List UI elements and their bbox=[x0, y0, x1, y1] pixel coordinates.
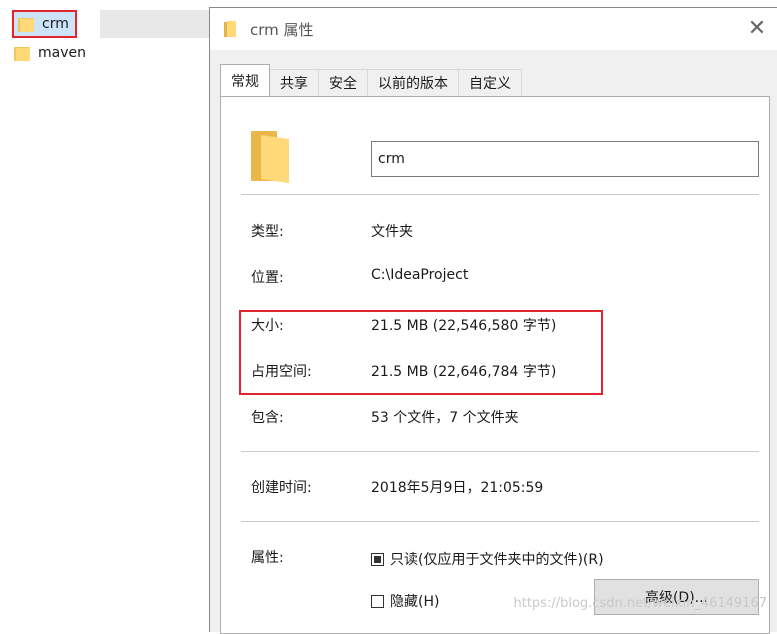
type-value: 文件夹 bbox=[371, 224, 413, 240]
tab-strip: 常规 共享 安全 以前的版本 自定义 bbox=[220, 64, 522, 96]
divider bbox=[241, 194, 759, 195]
tab-previous-versions[interactable]: 以前的版本 bbox=[367, 69, 459, 96]
contains-value: 53 个文件，7 个文件夹 bbox=[371, 410, 519, 426]
created-label: 创建时间: bbox=[251, 480, 312, 496]
readonly-label: 只读(仅应用于文件夹中的文件)(R) bbox=[390, 552, 604, 568]
contains-label: 包含: bbox=[251, 410, 284, 426]
size-label: 大小: bbox=[251, 318, 284, 334]
selection-strip bbox=[100, 10, 215, 38]
size-on-disk-value: 21.5 MB (22,646,784 字节) bbox=[371, 364, 557, 380]
location-value: C:\IdeaProject bbox=[371, 267, 469, 283]
folder-name-input[interactable] bbox=[371, 141, 759, 177]
tab-customize[interactable]: 自定义 bbox=[458, 69, 522, 96]
properties-dialog: crm 属性 ✕ 常规 共享 安全 以前的版本 自定义 类型: 文件夹 位置: … bbox=[209, 7, 777, 634]
size-on-disk-label: 占用空间: bbox=[251, 364, 312, 380]
large-folder-icon bbox=[251, 131, 291, 183]
hidden-checkbox-row[interactable]: 隐藏(H) bbox=[371, 591, 439, 611]
tab-security[interactable]: 安全 bbox=[318, 69, 368, 96]
close-icon[interactable]: ✕ bbox=[746, 18, 768, 40]
size-value: 21.5 MB (22,546,580 字节) bbox=[371, 318, 557, 334]
divider bbox=[241, 521, 759, 522]
hidden-checkbox[interactable] bbox=[371, 594, 384, 608]
readonly-checkbox[interactable] bbox=[371, 552, 384, 566]
explorer-pane: crm maven bbox=[0, 0, 215, 631]
tab-general[interactable]: 常规 bbox=[220, 64, 270, 96]
explorer-item-label: crm bbox=[42, 16, 69, 32]
hidden-label: 隐藏(H) bbox=[390, 594, 440, 610]
watermark: https://blog.csdn.net/weixin_46149167 bbox=[513, 596, 767, 611]
general-panel: 类型: 文件夹 位置: C:\IdeaProject 大小: 21.5 MB (… bbox=[220, 96, 770, 634]
attributes-label: 属性: bbox=[251, 550, 284, 566]
created-value: 2018年5月9日，21:05:59 bbox=[371, 480, 544, 496]
explorer-item-label: maven bbox=[38, 45, 86, 61]
readonly-checkbox-row[interactable]: 只读(仅应用于文件夹中的文件)(R) bbox=[371, 549, 604, 569]
explorer-item-crm[interactable]: crm bbox=[12, 10, 77, 38]
location-label: 位置: bbox=[251, 270, 284, 286]
title-bar[interactable]: crm 属性 ✕ bbox=[210, 8, 777, 50]
folder-icon bbox=[224, 21, 236, 37]
divider bbox=[241, 451, 759, 452]
tab-sharing[interactable]: 共享 bbox=[269, 69, 319, 96]
type-label: 类型: bbox=[251, 224, 284, 240]
explorer-item-maven[interactable]: maven bbox=[14, 41, 86, 65]
folder-icon bbox=[14, 45, 30, 61]
dialog-title: crm 属性 bbox=[250, 20, 314, 39]
folder-icon bbox=[18, 16, 34, 32]
